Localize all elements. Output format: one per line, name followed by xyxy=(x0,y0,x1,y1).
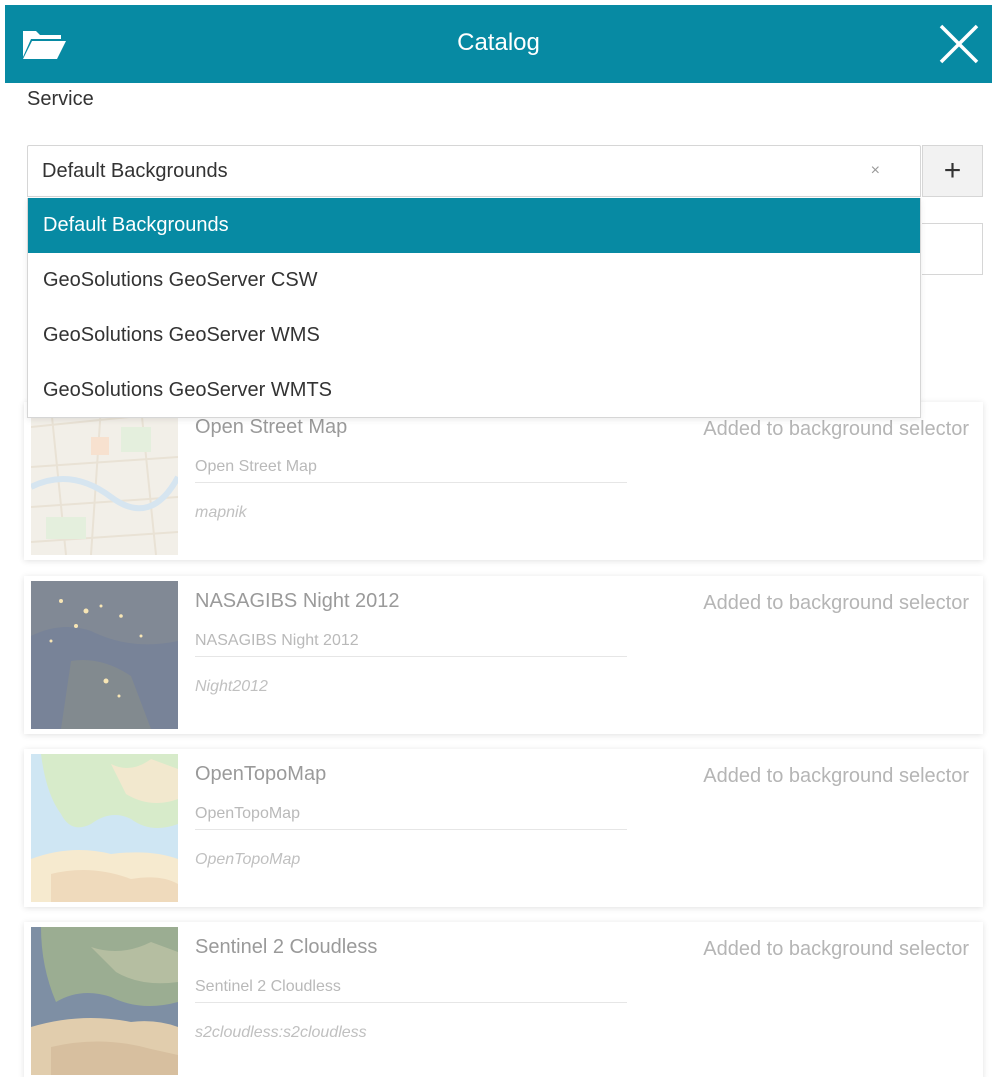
record-card[interactable]: NASAGIBS Night 2012 NASAGIBS Night 2012 … xyxy=(24,576,983,734)
catalog-title: Catalog xyxy=(457,29,540,56)
dropdown-option[interactable]: GeoSolutions GeoServer WMTS xyxy=(28,363,920,418)
record-card[interactable]: Open Street Map Open Street Map mapnik A… xyxy=(24,402,983,560)
clear-selection-icon[interactable]: × xyxy=(871,162,880,180)
record-description: OpenTopoMap xyxy=(195,805,627,830)
record-title: NASAGIBS Night 2012 xyxy=(195,590,400,612)
record-card[interactable]: OpenTopoMap OpenTopoMap OpenTopoMap Adde… xyxy=(24,749,983,907)
record-status: Added to background selector xyxy=(703,938,969,960)
record-title: Sentinel 2 Cloudless xyxy=(195,936,378,958)
service-label: Service xyxy=(27,88,94,110)
record-layer-name: OpenTopoMap xyxy=(195,851,301,868)
catalog-panel: Catalog Service Default Backgrounds × + … xyxy=(0,0,997,1077)
dropdown-option[interactable]: GeoSolutions GeoServer CSW xyxy=(28,253,920,308)
service-select[interactable]: Default Backgrounds × xyxy=(27,145,921,197)
record-layer-name: s2cloudless:s2cloudless xyxy=(195,1024,367,1041)
search-input-edge[interactable] xyxy=(922,223,983,275)
record-layer-name: mapnik xyxy=(195,504,247,521)
catalog-header: Catalog xyxy=(5,5,992,83)
satellite-thumbnail xyxy=(31,927,178,1075)
record-status: Added to background selector xyxy=(703,765,969,787)
record-status: Added to background selector xyxy=(703,592,969,614)
record-title: Open Street Map xyxy=(195,416,348,438)
osm-map-thumbnail xyxy=(31,407,178,555)
record-layer-name: Night2012 xyxy=(195,678,268,695)
service-dropdown-menu: Default Backgrounds GeoSolutions GeoServ… xyxy=(27,198,921,418)
night-earth-thumbnail xyxy=(31,581,178,729)
record-description: Open Street Map xyxy=(195,458,627,483)
add-service-button[interactable]: + xyxy=(922,145,983,197)
close-icon[interactable] xyxy=(938,23,980,65)
record-description: Sentinel 2 Cloudless xyxy=(195,978,627,1003)
dropdown-option[interactable]: Default Backgrounds xyxy=(28,198,920,253)
dropdown-option[interactable]: GeoSolutions GeoServer WMS xyxy=(28,308,920,363)
record-status: Added to background selector xyxy=(703,418,969,440)
topo-map-thumbnail xyxy=(31,754,178,902)
record-title: OpenTopoMap xyxy=(195,763,327,785)
record-card[interactable]: Sentinel 2 Cloudless Sentinel 2 Cloudles… xyxy=(24,922,983,1077)
service-select-value: Default Backgrounds xyxy=(42,160,228,182)
record-description: NASAGIBS Night 2012 xyxy=(195,632,627,657)
